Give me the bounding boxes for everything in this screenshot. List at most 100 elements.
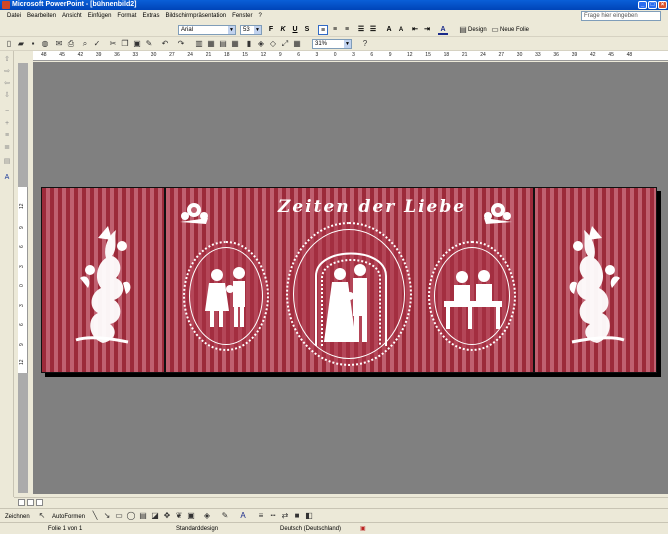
cut-icon[interactable]: ✂: [108, 39, 118, 49]
diagram-tool-icon[interactable]: ✥: [162, 511, 172, 521]
expand-icon[interactable]: ⤢: [280, 39, 290, 49]
summary-slide-icon[interactable]: ▤: [2, 157, 12, 167]
align-center-button[interactable]: ≡: [330, 25, 340, 35]
menu-ansicht[interactable]: Ansicht: [59, 10, 85, 23]
normal-view-icon[interactable]: [18, 499, 25, 506]
chevron-down-icon[interactable]: ▼: [228, 26, 235, 34]
close-button[interactable]: ×: [658, 1, 667, 9]
font-color-button[interactable]: A: [438, 25, 448, 35]
design-button[interactable]: Design: [468, 25, 487, 35]
print-preview-icon[interactable]: ⌕: [80, 39, 90, 49]
collapse-icon[interactable]: −: [2, 107, 12, 117]
tables-borders-icon[interactable]: ▤: [218, 39, 228, 49]
slideshow-view-icon[interactable]: [36, 499, 43, 506]
menu-fenster[interactable]: Fenster: [229, 10, 255, 23]
zoom-combo[interactable]: 31% ▼: [312, 39, 352, 49]
menu-format[interactable]: Format: [114, 10, 139, 23]
autoshapes-menu-button[interactable]: AutoFormen: [52, 512, 85, 522]
draw-menu-button[interactable]: Zeichnen: [5, 512, 30, 522]
fill-color-icon[interactable]: ◈: [202, 511, 212, 521]
menu-extras[interactable]: Extras: [139, 10, 162, 23]
flower-ornament-left-icon[interactable]: [68, 218, 138, 348]
oval-frame-elderly[interactable]: [428, 241, 516, 351]
help-icon[interactable]: ?: [360, 39, 370, 49]
show-formatting-icon[interactable]: A: [2, 173, 12, 183]
redo-icon[interactable]: ↷: [176, 39, 186, 49]
bullet-list-button[interactable]: ☰: [368, 25, 378, 35]
design-icon[interactable]: ▤: [458, 25, 468, 35]
arrow-up-icon[interactable]: ⇧: [2, 55, 12, 65]
clipart-tool-icon[interactable]: ❦: [174, 511, 184, 521]
line-tool-icon[interactable]: ╲: [90, 511, 100, 521]
grow-font-button[interactable]: A: [384, 25, 394, 35]
chevron-down-icon[interactable]: ▼: [254, 26, 261, 34]
align-left-button[interactable]: ≡: [318, 25, 328, 35]
new-document-icon[interactable]: ▯: [4, 39, 14, 49]
font-color-draw-icon[interactable]: A: [238, 511, 248, 521]
open-folder-icon[interactable]: ▰: [16, 39, 26, 49]
oval-frame-wedding[interactable]: [286, 222, 412, 366]
print-icon[interactable]: ⎙: [66, 39, 76, 49]
title-bar[interactable]: Microsoft PowerPoint - [bühnenbild2] _ □…: [0, 0, 668, 10]
email-icon[interactable]: ✉: [54, 39, 64, 49]
spelling-icon[interactable]: ✓: [92, 39, 102, 49]
menu-einfuegen[interactable]: Einfügen: [85, 10, 115, 23]
new-slide-icon[interactable]: ▭: [490, 25, 500, 35]
chevron-down-icon[interactable]: ▼: [344, 40, 351, 48]
language-status[interactable]: Deutsch (Deutschland): [280, 523, 341, 534]
grid-icon[interactable]: ▦: [292, 39, 302, 49]
spellcheck-status-icon[interactable]: ▣: [360, 523, 366, 534]
menu-bildschirmpraesentation[interactable]: Bildschirmpräsentation: [162, 10, 229, 23]
menu-help[interactable]: ?: [256, 10, 265, 23]
flower-ornament-right-icon[interactable]: [562, 218, 632, 348]
picture-tool-icon[interactable]: ▣: [186, 511, 196, 521]
3d-style-icon[interactable]: ◧: [304, 511, 314, 521]
arrow-right-icon[interactable]: ⇨: [2, 67, 12, 77]
line-color-icon[interactable]: ✎: [220, 511, 230, 521]
undo-icon[interactable]: ↶: [160, 39, 170, 49]
wordart-tool-icon[interactable]: ◪: [150, 511, 160, 521]
save-icon[interactable]: ▪: [28, 39, 38, 49]
textbox-tool-icon[interactable]: ▤: [138, 511, 148, 521]
new-slide-button[interactable]: Neue Folie: [500, 25, 529, 35]
menu-datei[interactable]: Datei: [4, 10, 24, 23]
line-style-icon[interactable]: ≡: [256, 511, 266, 521]
insert-table-grid-icon[interactable]: ▦: [230, 39, 240, 49]
arrow-style-icon[interactable]: ⇄: [280, 511, 290, 521]
numbered-list-button[interactable]: ☰: [356, 25, 366, 35]
help-search-input[interactable]: Frage hier eingeben: [581, 11, 661, 21]
increase-indent-button[interactable]: ⇥: [422, 25, 432, 35]
vertical-ruler[interactable]: 12 9 6 3 0 3 6 9 12: [18, 187, 28, 373]
powerpoint-app-icon[interactable]: [2, 1, 10, 9]
bold-button[interactable]: F: [266, 25, 276, 35]
arrow-left-icon[interactable]: ⇦: [2, 79, 12, 89]
align-right-button[interactable]: ≡: [342, 25, 352, 35]
shrink-font-button[interactable]: A: [396, 25, 406, 35]
slide[interactable]: Zeiten der Liebe: [41, 187, 657, 373]
minimize-button[interactable]: _: [638, 1, 647, 9]
font-size-combo[interactable]: 53 ▼: [240, 25, 262, 35]
insert-table-icon[interactable]: ▦: [206, 39, 216, 49]
clipart-icon[interactable]: ◈: [256, 39, 266, 49]
menu-bearbeiten[interactable]: Bearbeiten: [24, 10, 59, 23]
oval-tool-icon[interactable]: ◯: [126, 511, 136, 521]
copy-icon[interactable]: ❐: [120, 39, 130, 49]
slide-title[interactable]: Zeiten der Liebe: [242, 197, 502, 217]
shadow-button[interactable]: S: [302, 25, 312, 35]
expand-all-icon[interactable]: ≣: [2, 143, 12, 153]
arrow-tool-icon[interactable]: ↘: [102, 511, 112, 521]
permission-icon[interactable]: ◍: [40, 39, 50, 49]
italic-button[interactable]: K: [278, 25, 288, 35]
dash-style-icon[interactable]: ┅: [268, 511, 278, 521]
horizontal-scrollbar[interactable]: [14, 497, 668, 507]
insert-chart-bars-icon[interactable]: ▮: [244, 39, 254, 49]
arrow-down-icon[interactable]: ⇩: [2, 91, 12, 101]
diagram-icon[interactable]: ◇: [268, 39, 278, 49]
horizontal-ruler[interactable]: 48 45 42 39 36 33 30 27 24 21 18 15 12 9 6 3 0 3 6 9 12 15 18 2…: [33, 51, 668, 61]
expand-plus-icon[interactable]: +: [2, 119, 12, 129]
font-name-combo[interactable]: Arial ▼: [178, 25, 236, 35]
collapse-all-icon[interactable]: ≡: [2, 131, 12, 141]
select-pointer-icon[interactable]: ↖: [37, 511, 47, 521]
slide-sorter-view-icon[interactable]: [27, 499, 34, 506]
insert-chart-icon[interactable]: ▥: [194, 39, 204, 49]
